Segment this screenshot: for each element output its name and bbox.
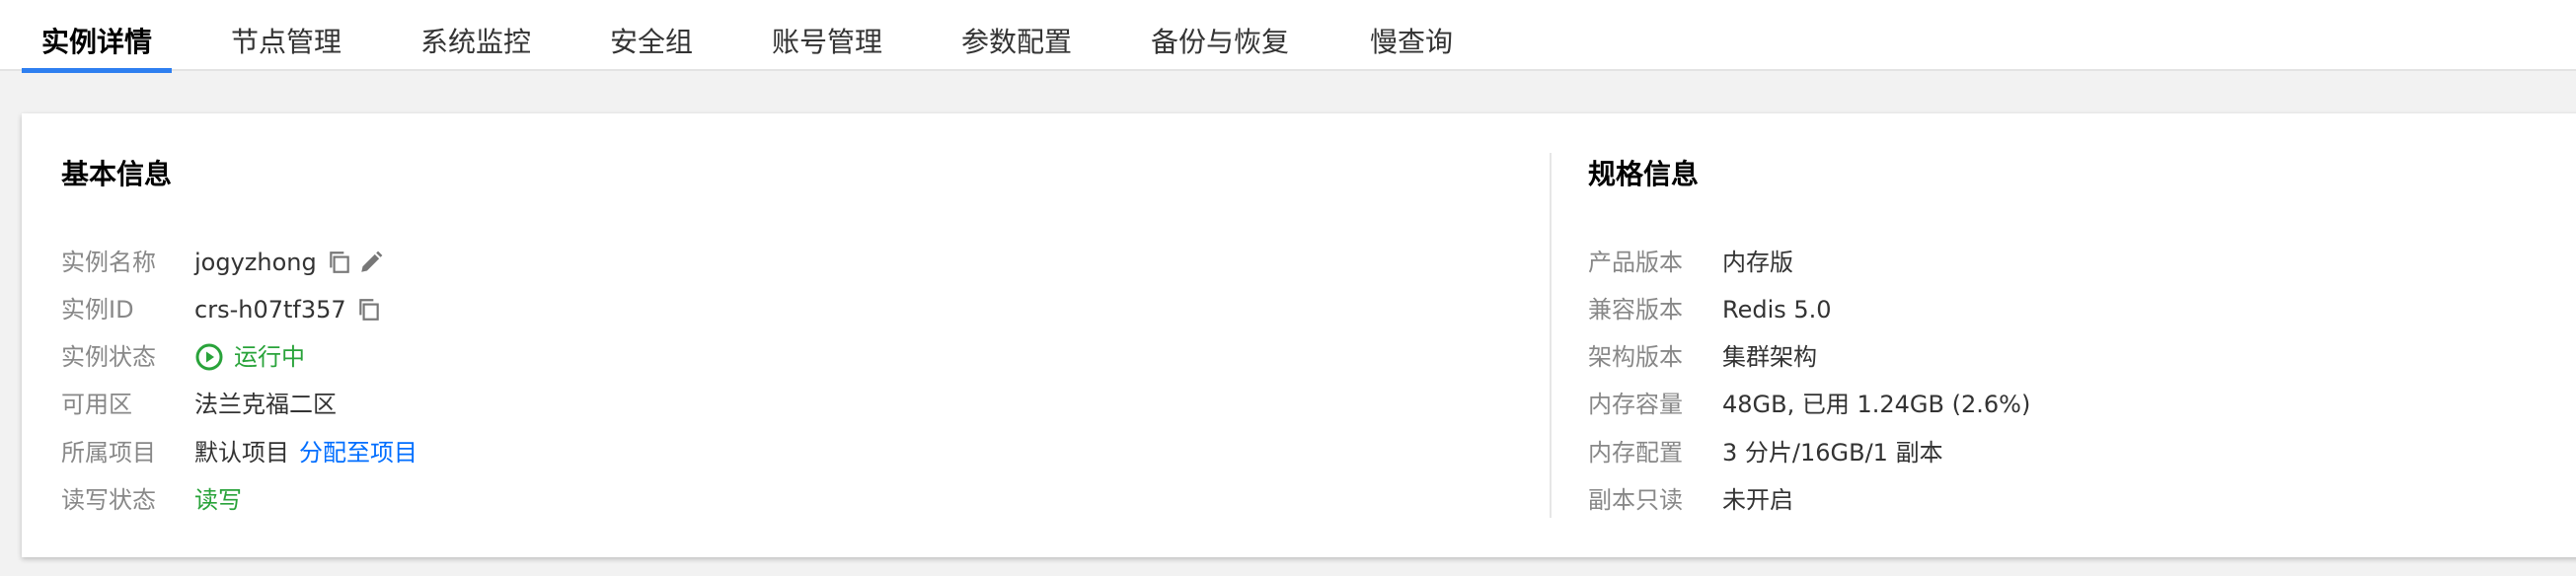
project-value: 默认项目	[194, 439, 289, 467]
spec-value: 3 分片/16GB/1 副本	[1722, 439, 1943, 467]
instance-status-value: 运行中	[234, 343, 305, 371]
copy-icon[interactable]	[327, 250, 352, 275]
project-label: 所属项目	[61, 439, 156, 467]
section-divider	[1550, 153, 1552, 518]
spec-value: Redis 5.0	[1722, 296, 1832, 324]
spec-row: 内存容量 48GB, 已用 1.24GB (2.6%)	[1588, 381, 2476, 428]
spec-value: 集群架构	[1722, 343, 1817, 371]
assign-project-link[interactable]: 分配至项目	[299, 429, 417, 476]
spec-value: 48GB, 已用 1.24GB (2.6%)	[1722, 391, 2031, 418]
instance-info-card: 基本信息 实例名称 jogyzhong 实例ID crs-h07tf357 实例…	[22, 113, 2576, 557]
spec-label: 兼容版本	[1588, 296, 1683, 324]
tab-node-management[interactable]: 节点管理	[231, 0, 341, 71]
zone-row: 可用区 法兰克福二区	[61, 381, 1443, 428]
play-circle-icon	[194, 342, 224, 372]
pencil-icon[interactable]	[358, 250, 384, 275]
instance-id-row: 实例ID crs-h07tf357	[61, 286, 1443, 333]
basic-info-title: 基本信息	[61, 158, 173, 190]
rw-status-value: 读写	[194, 486, 242, 514]
tab-system-monitoring[interactable]: 系统监控	[420, 0, 531, 71]
instance-status-row: 实例状态 运行中	[61, 333, 1443, 381]
tab-security-group[interactable]: 安全组	[610, 0, 693, 71]
zone-label: 可用区	[61, 391, 132, 418]
tab-account-management[interactable]: 账号管理	[772, 0, 882, 71]
spec-row: 产品版本 内存版	[1588, 239, 2476, 286]
tab-backup-restore[interactable]: 备份与恢复	[1151, 0, 1289, 71]
spec-row: 架构版本 集群架构	[1588, 333, 2476, 381]
spec-value: 内存版	[1722, 249, 1793, 276]
instance-status-label: 实例状态	[61, 343, 156, 371]
tab-instance-details[interactable]: 实例详情	[21, 0, 173, 73]
spec-row: 兼容版本 Redis 5.0	[1588, 286, 2476, 333]
instance-name-value: jogyzhong	[194, 249, 317, 276]
spec-label: 内存配置	[1588, 439, 1683, 467]
rw-status-label: 读写状态	[61, 486, 156, 514]
instance-id-label: 实例ID	[61, 296, 134, 324]
spec-label: 内存容量	[1588, 391, 1683, 418]
zone-value: 法兰克福二区	[194, 391, 337, 418]
spec-row: 内存配置 3 分片/16GB/1 副本	[1588, 429, 2476, 476]
spec-info-title: 规格信息	[1588, 158, 1700, 190]
tab-slow-query[interactable]: 慢查询	[1370, 0, 1453, 71]
tab-parameter-config[interactable]: 参数配置	[961, 0, 1072, 71]
spec-label: 架构版本	[1588, 343, 1683, 371]
spec-label: 副本只读	[1588, 486, 1683, 514]
spec-value: 未开启	[1722, 486, 1793, 514]
instance-name-row: 实例名称 jogyzhong	[61, 239, 1443, 286]
instance-id-value: crs-h07tf357	[194, 296, 346, 324]
project-row: 所属项目 默认项目 分配至项目	[61, 429, 1443, 476]
spec-label: 产品版本	[1588, 249, 1683, 276]
copy-icon[interactable]	[356, 297, 382, 323]
instance-name-label: 实例名称	[61, 249, 156, 276]
spec-row: 副本只读 未开启	[1588, 476, 2476, 524]
rw-status-row: 读写状态 读写	[61, 476, 1443, 524]
tab-bar: 实例详情 节点管理 系统监控 安全组 账号管理 参数配置 备份与恢复 慢查询	[0, 0, 2576, 73]
